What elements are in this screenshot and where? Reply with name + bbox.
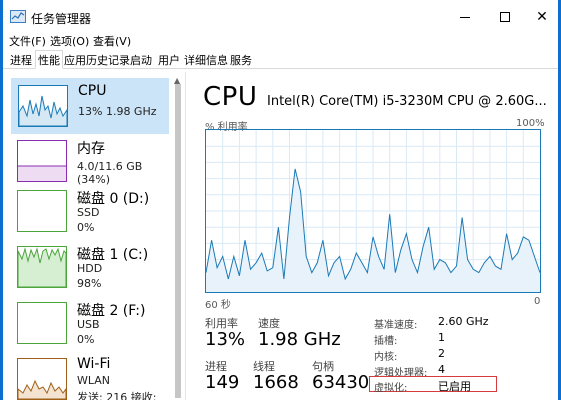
sidebar-item-detail: 13% 1.98 GHz xyxy=(78,105,157,118)
maximize-icon xyxy=(500,12,510,22)
page-title: CPU xyxy=(203,82,258,112)
resource-sidebar: CPU 13% 1.98 GHz 内存 4.0/11.6 GB (34%) 磁盘… xyxy=(3,72,183,400)
tab-processes[interactable]: 进程 xyxy=(9,52,33,68)
sidebar-item-throughput: 发送: 216 接收: 96 xyxy=(77,391,157,400)
tab-performance[interactable]: 性能 xyxy=(35,50,63,69)
virtualization-value: 已启用 xyxy=(438,380,471,393)
wifi-thumbnail-graph xyxy=(17,358,67,400)
sidebar-item-type: USB xyxy=(77,318,100,331)
cpu-graph-svg xyxy=(205,130,541,292)
sidebar-item-type: SSD xyxy=(77,206,100,219)
cores-label: 内核: xyxy=(374,352,398,363)
disk-1-thumbnail-graph xyxy=(17,246,67,288)
window-title: 任务管理器 xyxy=(31,12,92,26)
sidebar-item-memory[interactable]: 内存 4.0/11.6 GB (34%) xyxy=(11,134,169,190)
sidebar-item-usage: 0% xyxy=(77,221,95,234)
cpu-thumbnail-graph xyxy=(18,85,68,127)
cpu-model-name: Intel(R) Core(TM) i5-3230M CPU @ 2.60G..… xyxy=(267,94,547,109)
sidebar-item-type: WLAN xyxy=(77,374,111,387)
disk-2-thumbnail-graph xyxy=(17,302,67,344)
sidebar-item-usage: 98% xyxy=(77,277,102,290)
close-icon: ✕ xyxy=(536,9,548,25)
tab-users[interactable]: 用户 xyxy=(157,52,181,68)
threads-value: 1668 xyxy=(253,372,299,393)
sidebar-item-name: CPU xyxy=(78,83,107,99)
menu-bar: 文件(F) 选项(O) 查看(V) xyxy=(3,32,558,50)
logical-processors-value: 4 xyxy=(438,363,445,376)
minimize-button[interactable] xyxy=(454,6,476,28)
disk-0-thumbnail-graph xyxy=(17,190,67,232)
sidebar-item-type: HDD xyxy=(77,262,103,275)
cores-value: 2 xyxy=(438,347,445,360)
sidebar-item-disk-0[interactable]: 磁盘 0 (D:) SSD 0% xyxy=(11,184,169,240)
sidebar-item-name: 磁盘 1 (C:) xyxy=(77,247,149,263)
sidebar-item-wifi[interactable]: Wi-Fi WLAN 发送: 216 接收: 96 xyxy=(11,352,169,400)
virtualization-label: 虚拟化: xyxy=(374,383,408,394)
minimize-icon xyxy=(460,17,470,18)
sidebar-scrollbar[interactable]: ▲ xyxy=(173,76,183,400)
graph-time-left: 60 秒 xyxy=(205,300,231,311)
maximize-button[interactable] xyxy=(494,6,516,28)
memory-thumbnail-graph xyxy=(17,140,67,182)
sidebar-item-disk-2[interactable]: 磁盘 2 (F:) USB 0% xyxy=(11,296,169,352)
graph-y-max: 100% xyxy=(516,118,545,129)
sidebar-item-name: Wi-Fi xyxy=(77,356,111,372)
sidebar-item-cpu[interactable]: CPU 13% 1.98 GHz xyxy=(11,78,169,134)
cpu-utilization-graph xyxy=(205,129,541,293)
close-button[interactable]: ✕ xyxy=(531,6,553,28)
tab-details[interactable]: 详细信息 xyxy=(183,52,229,68)
speed-value: 1.98 GHz xyxy=(258,329,341,350)
sidebar-scrollbar-thumb[interactable] xyxy=(175,84,181,398)
processes-value: 149 xyxy=(205,372,240,393)
sidebar-item-name: 磁盘 0 (D:) xyxy=(77,191,150,207)
tab-services[interactable]: 服务 xyxy=(229,52,253,68)
tab-bar: 进程 性能 应用历史记录 启动 用户 详细信息 服务 xyxy=(3,50,558,69)
sidebar-item-usage: 0% xyxy=(77,333,95,346)
sidebar-item-detail: 4.0/11.6 GB (34%) xyxy=(77,160,143,186)
sidebar-item-name: 内存 xyxy=(77,141,105,157)
task-manager-icon xyxy=(10,10,26,23)
menu-options[interactable]: 选项(O) xyxy=(50,33,89,49)
base-speed-label: 基准速度: xyxy=(374,320,418,331)
graph-time-right: 0 xyxy=(534,296,541,307)
menu-view[interactable]: 查看(V) xyxy=(93,33,131,49)
handles-value: 63430 xyxy=(312,372,370,393)
sidebar-item-name: 磁盘 2 (F:) xyxy=(77,303,146,319)
tab-startup[interactable]: 启动 xyxy=(129,52,153,68)
cpu-detail-pane: CPU Intel(R) Core(TM) i5-3230M CPU @ 2.6… xyxy=(186,72,558,400)
tab-app-history[interactable]: 应用历史记录 xyxy=(63,52,131,68)
base-speed-value: 2.60 GHz xyxy=(438,315,489,328)
utilization-value: 13% xyxy=(205,329,246,350)
sidebar-item-disk-1[interactable]: 磁盘 1 (C:) HDD 98% xyxy=(11,240,169,296)
menu-file[interactable]: 文件(F) xyxy=(9,33,46,49)
sockets-value: 1 xyxy=(438,331,445,344)
sockets-label: 插槽: xyxy=(374,336,398,347)
title-bar[interactable]: 任务管理器 ✕ xyxy=(3,0,558,34)
